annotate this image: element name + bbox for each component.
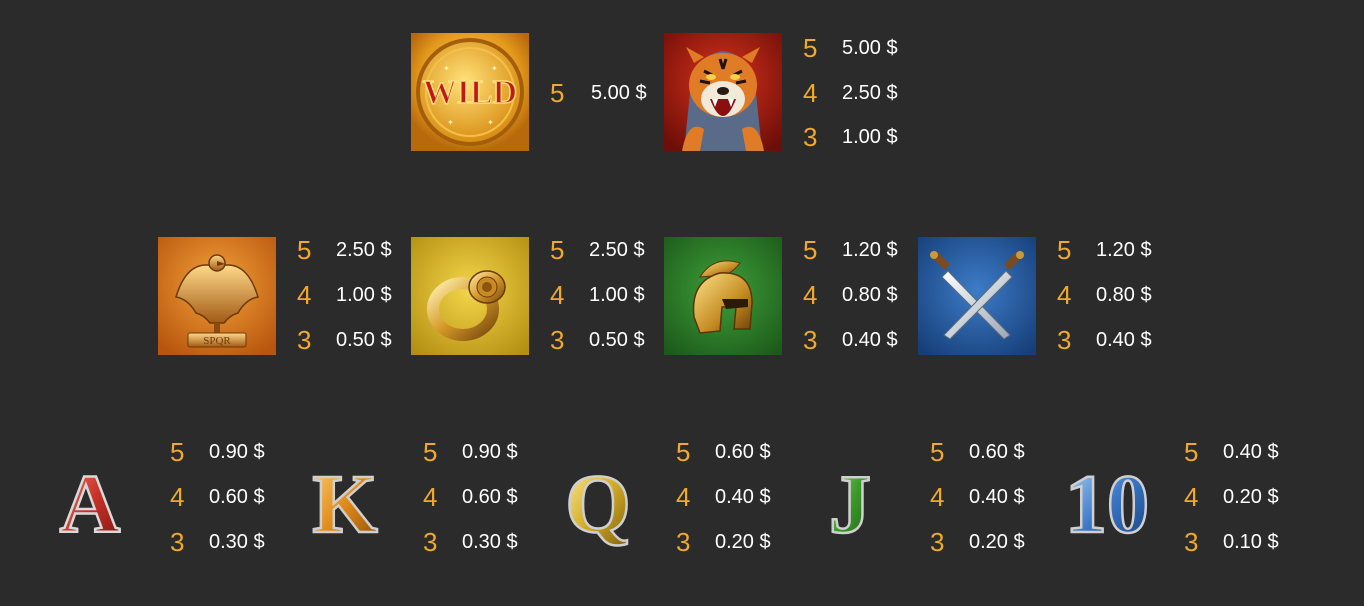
pay-count: 4 [1184,482,1199,512]
pay-count: 4 [423,482,438,512]
pay-value: 2.50 $ [336,239,392,261]
eagle-symbol: SPQR [158,237,276,355]
pay-value: 1.00 $ [842,126,898,148]
pay-count: 3 [930,527,945,557]
wild-coin-icon: WILD ✦ ✦ ✦ ✦ [411,33,529,151]
pay-count: 5 [803,235,818,265]
pay-count: 5 [170,437,185,467]
svg-text:✦: ✦ [487,118,494,127]
pay-value: 1.20 $ [842,239,898,261]
pay-count: 4 [170,482,185,512]
pay-value: 0.60 $ [462,486,518,508]
pay-value: 0.60 $ [715,441,771,463]
pay-value: 0.40 $ [715,486,771,508]
tiger-icon [664,33,782,151]
a-symbol: A [40,448,140,548]
pay-value: 0.80 $ [842,284,898,306]
svg-text:Q: Q [565,458,630,548]
letter-k-icon: K [311,457,379,548]
pay-count: 5 [550,78,565,108]
ten-symbol: 10 [1052,448,1162,548]
pay-value: 0.10 $ [1223,531,1279,553]
pay-value: 0.50 $ [336,329,392,351]
pay-count: 4 [803,280,818,310]
svg-text:✦: ✦ [447,118,454,127]
swords-symbol [918,237,1036,355]
pay-value: 0.20 $ [715,531,771,553]
pay-count: 4 [297,280,312,310]
svg-text:A: A [60,458,121,548]
pay-value: 0.40 $ [969,486,1025,508]
pay-count: 3 [297,325,312,355]
pay-value: 0.40 $ [1096,329,1152,351]
pay-count: 5 [550,235,565,265]
pay-value: 1.20 $ [1096,239,1152,261]
pay-count: 5 [676,437,691,467]
pay-count: 3 [550,325,565,355]
pay-value: 0.20 $ [969,531,1025,553]
svg-text:WILD: WILD [423,74,517,111]
pay-count: 5 [1057,235,1072,265]
pay-count: 3 [803,325,818,355]
pay-value: 0.60 $ [209,486,265,508]
svg-text:K: K [312,458,377,548]
pay-value: 1.00 $ [336,284,392,306]
svg-text:SPQR: SPQR [203,335,231,347]
svg-text:✦: ✦ [491,64,498,73]
pay-value: 2.50 $ [842,82,898,104]
j-symbol: J [800,448,900,548]
pay-count: 5 [1184,437,1199,467]
pay-count: 4 [1057,280,1072,310]
pay-value: 0.30 $ [462,531,518,553]
svg-text:J: J [829,458,871,548]
pay-count: 3 [423,527,438,557]
pay-value: 0.40 $ [842,329,898,351]
pay-value: 0.20 $ [1223,486,1279,508]
letter-j-icon: J [828,457,873,548]
svg-text:10: 10 [1065,458,1149,548]
letter-q-icon: Q [564,457,632,548]
pay-count: 4 [550,280,565,310]
ring-icon [411,237,529,355]
pay-value: 2.50 $ [589,239,645,261]
pay-count: 4 [676,482,691,512]
helmet-symbol [664,237,782,355]
pay-count: 5 [803,33,818,63]
pay-count: 3 [803,122,818,152]
pay-count: 5 [297,235,312,265]
number-10-icon: 10 [1064,457,1151,548]
pay-value: 0.80 $ [1096,284,1152,306]
k-symbol: K [295,448,395,548]
ring-symbol [411,237,529,355]
pay-value: 0.50 $ [589,329,645,351]
pay-count: 5 [423,437,438,467]
eagle-standard-icon: SPQR [158,237,276,355]
pay-value: 0.90 $ [462,441,518,463]
crossed-swords-icon [918,237,1036,355]
pay-count: 3 [676,527,691,557]
pay-value: 5.00 $ [842,37,898,59]
pay-value: 0.30 $ [209,531,265,553]
helmet-icon [664,237,782,355]
pay-value: 0.40 $ [1223,441,1279,463]
letter-a-icon: A [58,457,122,548]
q-symbol: Q [548,448,648,548]
pay-count: 4 [803,78,818,108]
pay-count: 3 [1184,527,1199,557]
pay-value: 5.00 $ [591,82,647,104]
tiger-symbol [664,33,782,151]
pay-value: 0.60 $ [969,441,1025,463]
pay-count: 3 [170,527,185,557]
pay-count: 4 [930,482,945,512]
pay-value: 0.90 $ [209,441,265,463]
pay-count: 3 [1057,325,1072,355]
pay-count: 5 [930,437,945,467]
wild-symbol: WILD ✦ ✦ ✦ ✦ [411,33,529,151]
svg-text:✦: ✦ [443,64,450,73]
pay-value: 1.00 $ [589,284,645,306]
